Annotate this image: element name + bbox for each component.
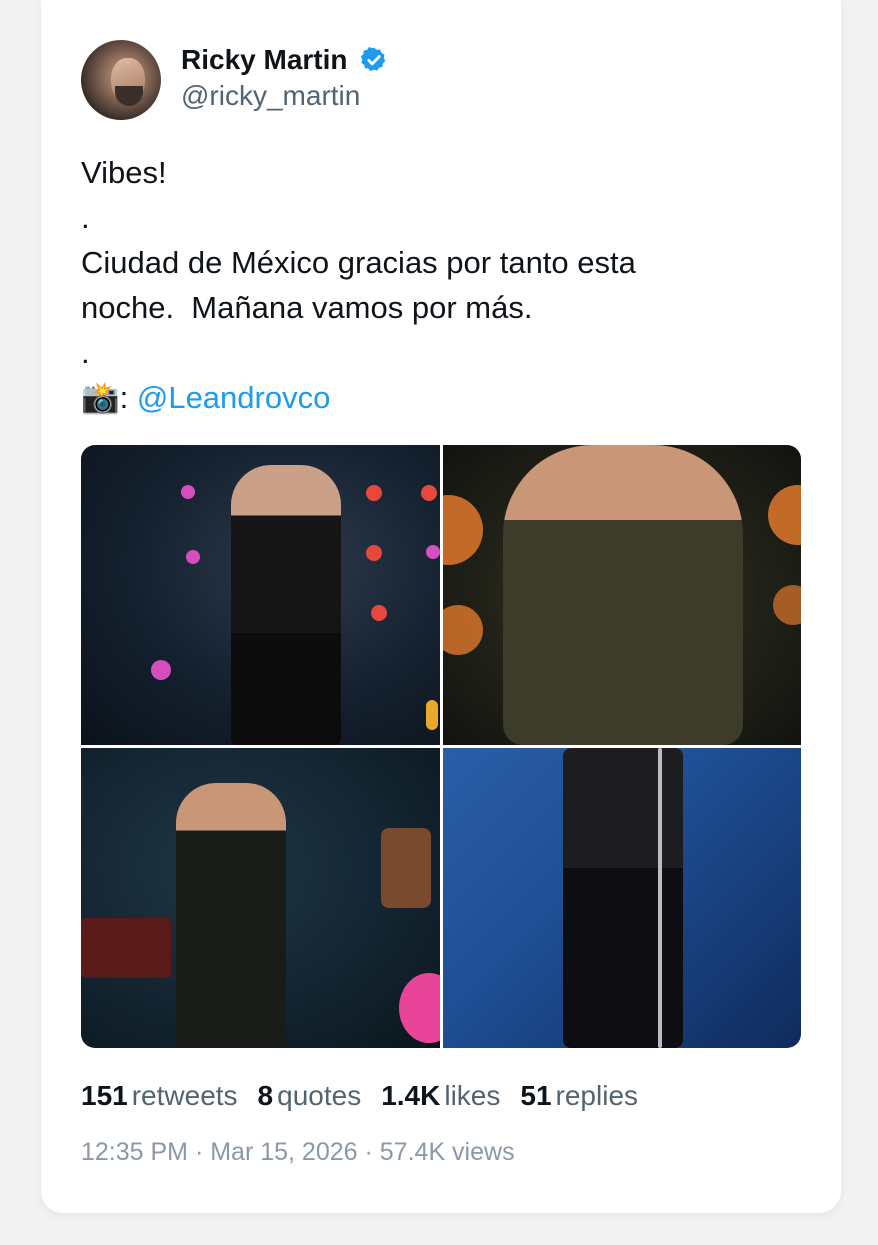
quotes-count: 8 xyxy=(257,1080,274,1111)
performer xyxy=(503,445,743,745)
tweet-line: . xyxy=(81,200,90,235)
stage-light xyxy=(371,605,387,621)
amp xyxy=(81,918,171,978)
drums xyxy=(381,828,431,908)
tweet-line: Vibes! xyxy=(81,155,167,190)
replies-stat[interactable]: 51 replies xyxy=(520,1080,638,1112)
tweet-meta: 12:35 PM · Mar 15, 2026 · 57.4K views xyxy=(81,1138,515,1167)
tweet-time[interactable]: 12:35 PM xyxy=(81,1138,188,1166)
performer xyxy=(176,783,286,1048)
meta-separator: · xyxy=(188,1138,211,1166)
verified-badge-icon xyxy=(360,47,385,72)
credit-colon: : xyxy=(119,380,129,415)
stage-light xyxy=(181,485,195,499)
author-handle[interactable]: @ricky_martin xyxy=(181,80,360,112)
tweet-line: . xyxy=(81,335,90,370)
photo-1[interactable] xyxy=(81,445,440,745)
likes-count: 1.4K xyxy=(381,1080,441,1111)
quotes-stat[interactable]: 8 quotes xyxy=(258,1080,362,1112)
retweets-label: retweets xyxy=(131,1080,238,1111)
performer xyxy=(563,748,683,1048)
stage-light xyxy=(443,495,483,565)
photo-4[interactable] xyxy=(443,748,801,1048)
meta-separator: · xyxy=(357,1138,380,1166)
performer xyxy=(231,465,341,745)
photo-credit-line: 📸: @Leandrovco xyxy=(81,375,781,420)
stage-light xyxy=(421,485,437,501)
tweet-text: Vibes! . Ciudad de México gracias por ta… xyxy=(81,150,781,420)
photo-2[interactable] xyxy=(443,445,801,745)
replies-count: 51 xyxy=(520,1080,552,1111)
stage-light xyxy=(399,973,440,1043)
stage-light xyxy=(151,660,171,680)
tweet-views: 57.4K views xyxy=(379,1138,515,1166)
stage-light xyxy=(186,550,200,564)
camera-flash-icon: 📸 xyxy=(81,380,120,415)
stage-light xyxy=(366,485,382,501)
likes-stat[interactable]: 1.4K likes xyxy=(381,1080,500,1112)
tweet-date[interactable]: Mar 15, 2026 xyxy=(210,1138,357,1166)
stage-light xyxy=(426,700,438,730)
tweet-line: noche. Mañana vamos por más. xyxy=(81,290,533,325)
avatar-beard xyxy=(115,86,143,106)
photo-3[interactable] xyxy=(81,748,440,1048)
retweets-stat[interactable]: 151 retweets xyxy=(81,1080,238,1112)
author-avatar[interactable] xyxy=(81,40,161,120)
stage-light xyxy=(768,485,801,545)
author-name[interactable]: Ricky Martin xyxy=(181,44,348,76)
stage-light xyxy=(426,545,440,559)
replies-label: replies xyxy=(555,1080,639,1111)
media-grid xyxy=(81,445,801,1048)
likes-label: likes xyxy=(444,1080,501,1111)
mention-link[interactable]: @Leandrovco xyxy=(137,380,330,415)
stage-light xyxy=(366,545,382,561)
mic-stand xyxy=(658,748,662,1048)
tweet-line: Ciudad de México gracias por tanto esta xyxy=(81,245,636,280)
author-name-row: Ricky Martin xyxy=(181,42,388,78)
stage-light xyxy=(773,585,801,625)
stage-light xyxy=(443,605,483,655)
engagement-stats: 151 retweets 8 quotes 1.4K likes 51 replies xyxy=(81,1080,658,1116)
tweet-card: Ricky Martin @ricky_martin Vibes! . Ciud… xyxy=(41,0,841,1213)
quotes-label: quotes xyxy=(277,1080,362,1111)
retweets-count: 151 xyxy=(81,1080,128,1111)
